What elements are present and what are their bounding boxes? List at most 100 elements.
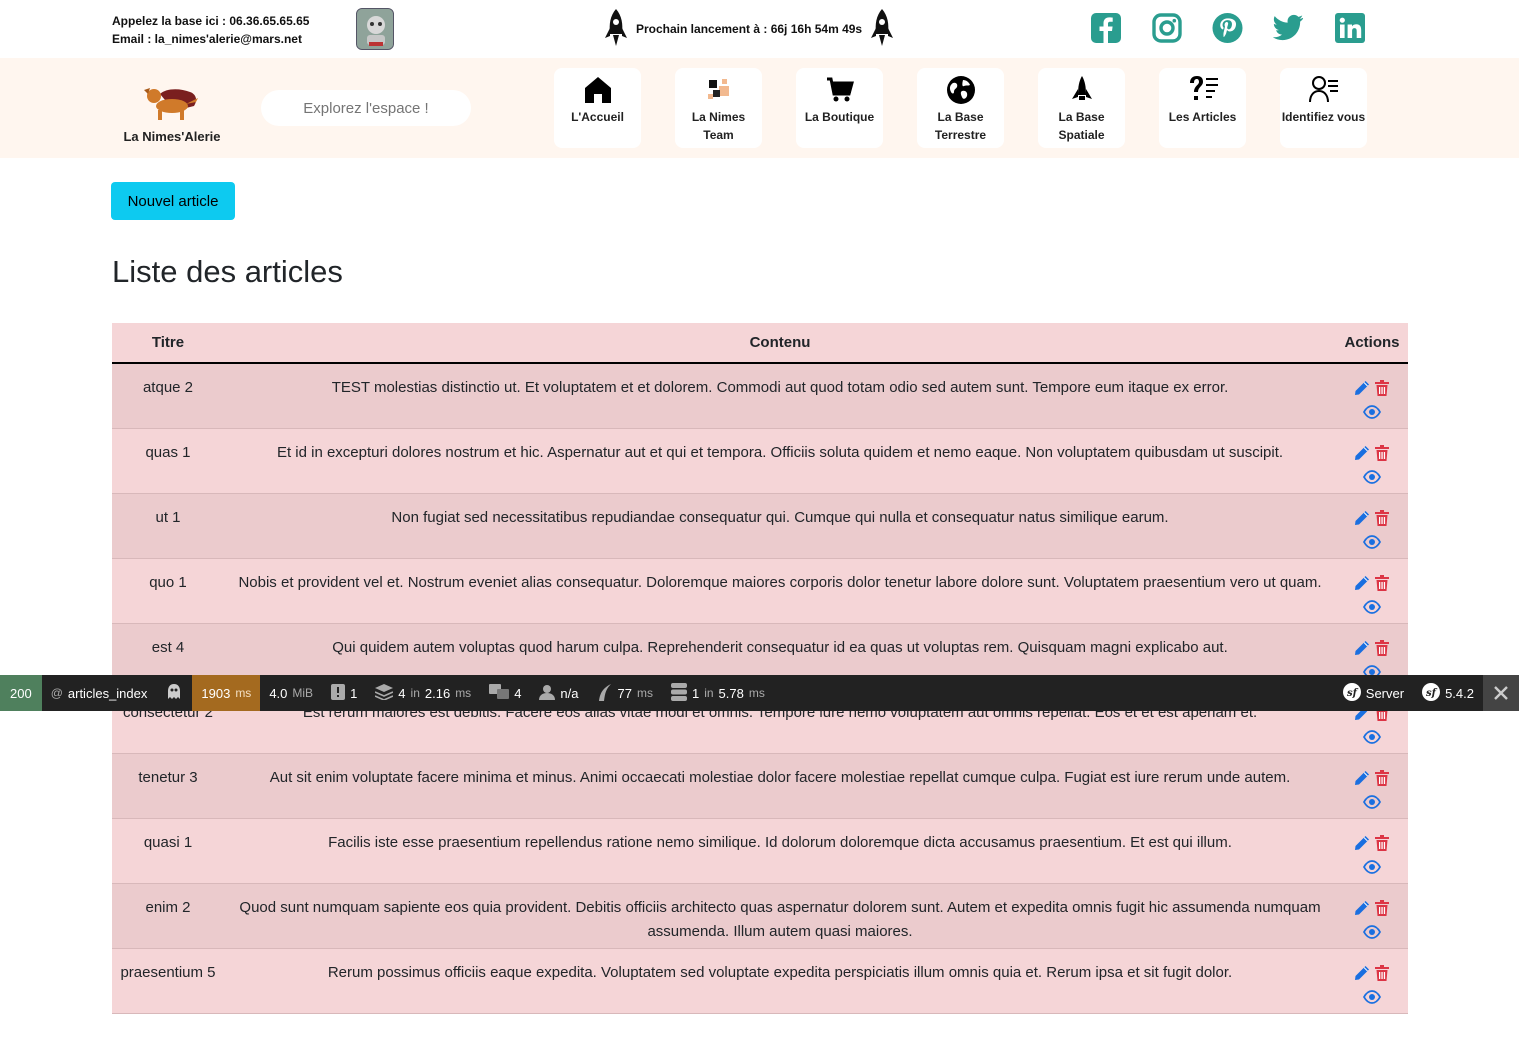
- view-icon[interactable]: [1363, 793, 1381, 811]
- launch-countdown: Prochain lancement à : 66j 16h 54m 49s: [604, 8, 894, 50]
- edit-icon[interactable]: [1353, 574, 1371, 592]
- nav-item-base-terrestre[interactable]: La Base Terrestre: [917, 68, 1004, 148]
- actions-row: [1363, 595, 1381, 619]
- actions-row: [1353, 376, 1391, 400]
- delete-icon[interactable]: [1373, 964, 1391, 982]
- debug-memory[interactable]: 4.0 MiB: [260, 675, 322, 711]
- table-header: Titre Contenu Actions: [112, 323, 1408, 364]
- new-article-button[interactable]: Nouvel article: [111, 182, 235, 220]
- edit-icon[interactable]: [1353, 769, 1371, 787]
- cell-actions: [1336, 428, 1408, 494]
- nav-label: La Nimes Team: [691, 110, 746, 142]
- edit-icon[interactable]: [1353, 834, 1371, 852]
- rocket-left-icon: [604, 8, 628, 51]
- table-row: ut 1 Non fugiat sed necessitatibus repudi…: [112, 493, 1408, 559]
- twitter-icon[interactable]: [1273, 12, 1304, 44]
- close-icon[interactable]: [1483, 675, 1519, 711]
- edit-icon[interactable]: [1353, 379, 1371, 397]
- delete-icon[interactable]: [1373, 574, 1391, 592]
- articles-table: Titre Contenu Actions atque 2 TEST molest…: [112, 323, 1408, 1014]
- memory-value: 4.0: [269, 685, 288, 701]
- view-icon[interactable]: [1363, 988, 1381, 1006]
- debug-user[interactable]: n/a: [530, 675, 587, 711]
- nav-item-boutique[interactable]: La Boutique: [796, 68, 883, 148]
- column-header-content[interactable]: Contenu: [224, 323, 1336, 364]
- debug-right: sf Server sf 5.4.2: [1334, 675, 1483, 711]
- contact-info: Appelez la base ici : 06.36.65.65.65 Ema…: [112, 12, 309, 48]
- delete-icon[interactable]: [1373, 834, 1391, 852]
- edit-icon[interactable]: [1353, 444, 1371, 462]
- view-icon[interactable]: [1363, 533, 1381, 551]
- email-line: Email : la_nimes'alerie@mars.net: [112, 32, 302, 46]
- cell-content: TEST molestias distinctio ut. Et volupta…: [224, 363, 1336, 429]
- delete-icon[interactable]: [1373, 379, 1391, 397]
- view-icon[interactable]: [1363, 728, 1381, 746]
- nav-item-base-spatiale[interactable]: La Base Spatiale: [1038, 68, 1125, 148]
- debug-status-code[interactable]: 200: [0, 675, 42, 711]
- delete-icon[interactable]: [1373, 899, 1391, 917]
- route-name: articles_index: [67, 685, 148, 701]
- rocket-right-icon: [870, 8, 894, 51]
- team-icon: [705, 74, 733, 106]
- table-row: quasi 1 Facilis iste esse praesentium rep…: [112, 818, 1408, 884]
- edit-icon[interactable]: [1353, 639, 1371, 657]
- cell-actions: [1336, 363, 1408, 429]
- delete-icon[interactable]: [1373, 509, 1391, 527]
- nav-item-login[interactable]: Identifiez vous: [1280, 68, 1367, 148]
- edit-icon[interactable]: [1353, 509, 1371, 527]
- debug-ghost[interactable]: [156, 675, 192, 711]
- actions-row: [1363, 920, 1381, 944]
- debug-translations[interactable]: 4: [480, 675, 530, 711]
- edit-icon[interactable]: [1353, 899, 1371, 917]
- cell-title: quas 1: [112, 428, 224, 494]
- version-label: 5.4.2: [1445, 685, 1474, 701]
- twig-value: 77: [617, 685, 632, 701]
- nav-item-articles[interactable]: Les Articles: [1159, 68, 1246, 148]
- debug-logs[interactable]: 1: [322, 675, 366, 711]
- user-icon: [539, 684, 556, 703]
- db-unit: ms: [748, 686, 765, 700]
- debug-database[interactable]: 1 in 5.78 ms: [662, 675, 774, 711]
- cell-title: tenetur 3: [112, 753, 224, 819]
- edit-icon[interactable]: [1353, 964, 1371, 982]
- delete-icon[interactable]: [1373, 769, 1391, 787]
- pinterest-icon[interactable]: [1212, 12, 1243, 44]
- row-actions: [1336, 506, 1408, 554]
- debug-route[interactable]: @ articles_index: [42, 675, 157, 711]
- actions-row: [1363, 400, 1381, 424]
- search-input[interactable]: [261, 90, 471, 126]
- debug-twig[interactable]: 77 ms: [588, 675, 662, 711]
- view-icon[interactable]: [1363, 468, 1381, 486]
- cache-in: in: [410, 686, 420, 700]
- cell-content: Aut sit enim voluptate facere minima et …: [224, 753, 1336, 819]
- time-value: 1903: [201, 685, 231, 701]
- debug-version[interactable]: sf 5.4.2: [1413, 675, 1483, 711]
- actions-row: [1363, 855, 1381, 879]
- translation-icon: [489, 683, 510, 703]
- delete-icon[interactable]: [1373, 444, 1391, 462]
- linkedin-icon[interactable]: [1334, 12, 1365, 44]
- logs-icon: [331, 683, 346, 703]
- view-icon[interactable]: [1363, 403, 1381, 421]
- actions-row: [1363, 985, 1381, 1009]
- nav-label: La Base Terrestre: [934, 110, 987, 142]
- actions-row: [1353, 831, 1391, 855]
- delete-icon[interactable]: [1373, 639, 1391, 657]
- instagram-icon[interactable]: [1151, 12, 1182, 44]
- cell-actions: [1336, 753, 1408, 819]
- view-icon[interactable]: [1363, 598, 1381, 616]
- mascot-logo-icon[interactable]: [356, 8, 394, 50]
- debug-server[interactable]: sf Server: [1334, 675, 1413, 711]
- view-icon[interactable]: [1363, 923, 1381, 941]
- column-header-title[interactable]: Titre: [112, 323, 224, 364]
- actions-row: [1363, 465, 1381, 489]
- nav-item-accueil[interactable]: L'Accueil: [554, 68, 641, 148]
- nav-item-team[interactable]: La Nimes Team: [675, 68, 762, 148]
- table-row: tenetur 3 Aut sit enim voluptate facere m…: [112, 753, 1408, 819]
- articles-icon: [1187, 74, 1219, 106]
- debug-time[interactable]: 1903 ms: [192, 675, 261, 711]
- facebook-icon[interactable]: [1090, 12, 1121, 44]
- brand[interactable]: La Nimes'Alerie: [118, 76, 226, 144]
- view-icon[interactable]: [1363, 858, 1381, 876]
- debug-cache[interactable]: 4 in 2.16 ms: [366, 675, 480, 711]
